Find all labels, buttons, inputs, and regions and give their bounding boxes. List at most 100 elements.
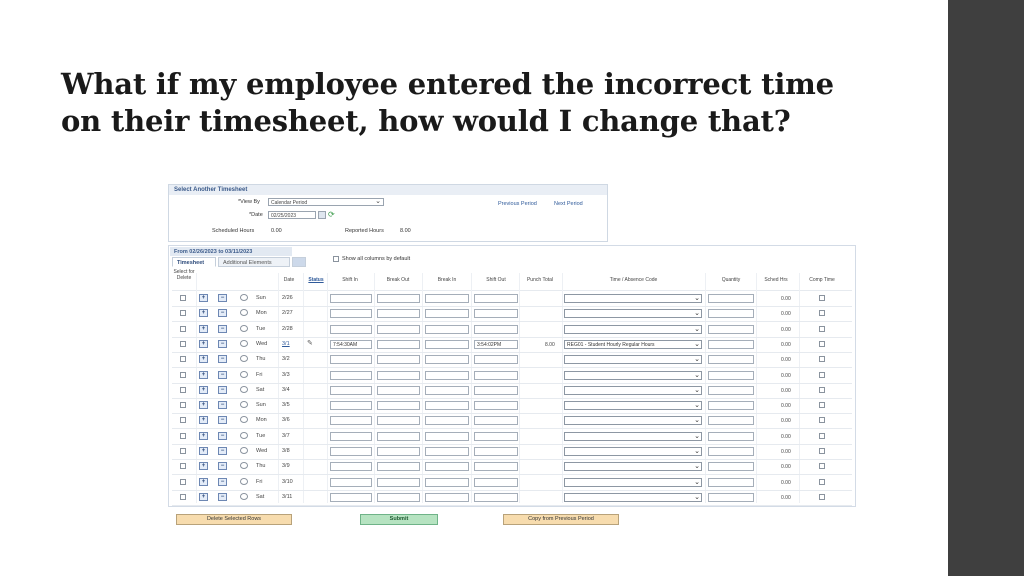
break-in-input[interactable] [425,478,469,487]
shift-out-input[interactable] [474,294,518,303]
select-for-delete-checkbox[interactable] [180,387,186,393]
comment-icon[interactable] [240,462,248,469]
quantity-input[interactable] [708,447,754,456]
shift-out-input[interactable]: 3:54:02PM [474,340,518,349]
break-in-input[interactable] [425,386,469,395]
select-for-delete-checkbox[interactable] [180,417,186,423]
shift-in-input[interactable] [330,493,372,502]
remove-row-icon[interactable]: − [218,493,227,501]
time-absence-code-select[interactable]: ⌄ [564,325,702,334]
quantity-input[interactable] [708,309,754,318]
quantity-input[interactable] [708,386,754,395]
break-in-input[interactable] [425,401,469,410]
time-absence-code-select[interactable]: ⌄ [564,355,702,364]
next-period-link[interactable]: Next Period [554,201,583,207]
add-row-icon[interactable]: + [199,386,208,394]
remove-row-icon[interactable]: − [218,325,227,333]
quantity-input[interactable] [708,325,754,334]
time-absence-code-select[interactable]: ⌄ [564,309,702,318]
break-out-input[interactable] [377,462,420,471]
shift-in-input[interactable] [330,355,372,364]
comp-time-checkbox[interactable] [819,372,825,378]
select-for-delete-checkbox[interactable] [180,402,186,408]
time-absence-code-select[interactable]: ⌄ [564,478,702,487]
add-row-icon[interactable]: + [199,462,208,470]
comp-time-checkbox[interactable] [819,463,825,469]
select-for-delete-checkbox[interactable] [180,326,186,332]
select-for-delete-checkbox[interactable] [180,494,186,500]
comp-time-checkbox[interactable] [819,402,825,408]
time-absence-code-select[interactable]: ⌄ [564,462,702,471]
add-row-icon[interactable]: + [199,294,208,302]
break-out-input[interactable] [377,478,420,487]
tab-expand-icon[interactable] [292,257,306,267]
select-for-delete-checkbox[interactable] [180,463,186,469]
date-input[interactable]: 02/25/2023 [268,211,316,219]
break-in-input[interactable] [425,447,469,456]
break-in-input[interactable] [425,371,469,380]
shift-out-input[interactable] [474,386,518,395]
time-absence-code-select[interactable]: ⌄ [564,386,702,395]
tab-additional-elements[interactable]: Additional Elements [218,257,290,267]
previous-period-link[interactable]: Previous Period [498,201,537,207]
break-out-input[interactable] [377,386,420,395]
shift-in-input[interactable] [330,294,372,303]
select-for-delete-checkbox[interactable] [180,448,186,454]
break-in-input[interactable] [425,340,469,349]
time-absence-code-select[interactable]: REG01 - Student Hourly Regular Hours ⌄ [564,340,702,349]
break-out-input[interactable] [377,340,420,349]
add-row-icon[interactable]: + [199,371,208,379]
break-out-input[interactable] [377,432,420,441]
break-in-input[interactable] [425,325,469,334]
break-out-input[interactable] [377,294,420,303]
break-in-input[interactable] [425,432,469,441]
break-in-input[interactable] [425,309,469,318]
break-out-input[interactable] [377,309,420,318]
remove-row-icon[interactable]: − [218,416,227,424]
comment-icon[interactable] [240,371,248,378]
comp-time-checkbox[interactable] [819,310,825,316]
add-row-icon[interactable]: + [199,325,208,333]
header-status[interactable]: Status [305,277,327,283]
break-in-input[interactable] [425,462,469,471]
time-absence-code-select[interactable]: ⌄ [564,294,702,303]
remove-row-icon[interactable]: − [218,309,227,317]
select-for-delete-checkbox[interactable] [180,479,186,485]
shift-out-input[interactable] [474,416,518,425]
break-out-input[interactable] [377,493,420,502]
add-row-icon[interactable]: + [199,478,208,486]
shift-in-input[interactable] [330,462,372,471]
time-absence-code-select[interactable]: ⌄ [564,401,702,410]
comp-time-checkbox[interactable] [819,326,825,332]
submit-button[interactable]: Submit [360,514,438,525]
break-out-input[interactable] [377,325,420,334]
remove-row-icon[interactable]: − [218,371,227,379]
shift-in-input[interactable] [330,371,372,380]
shift-in-input[interactable] [330,325,372,334]
break-out-input[interactable] [377,447,420,456]
break-in-input[interactable] [425,355,469,364]
select-for-delete-checkbox[interactable] [180,372,186,378]
refresh-icon[interactable]: ⟳ [328,210,335,219]
quantity-input[interactable] [708,401,754,410]
break-in-input[interactable] [425,294,469,303]
comp-time-checkbox[interactable] [819,448,825,454]
quantity-input[interactable] [708,294,754,303]
select-for-delete-checkbox[interactable] [180,341,186,347]
comp-time-checkbox[interactable] [819,494,825,500]
add-row-icon[interactable]: + [199,309,208,317]
comp-time-checkbox[interactable] [819,417,825,423]
delete-selected-rows-button[interactable]: Delete Selected Rows [176,514,292,525]
time-absence-code-select[interactable]: ⌄ [564,416,702,425]
remove-row-icon[interactable]: − [218,462,227,470]
break-in-input[interactable] [425,416,469,425]
comment-icon[interactable] [240,340,248,347]
remove-row-icon[interactable]: − [218,340,227,348]
comment-icon[interactable] [240,401,248,408]
shift-in-input[interactable] [330,309,372,318]
comment-icon[interactable] [240,355,248,362]
shift-in-input[interactable] [330,416,372,425]
tab-timesheet[interactable]: Timesheet [172,257,216,267]
comp-time-checkbox[interactable] [819,479,825,485]
add-row-icon[interactable]: + [199,355,208,363]
